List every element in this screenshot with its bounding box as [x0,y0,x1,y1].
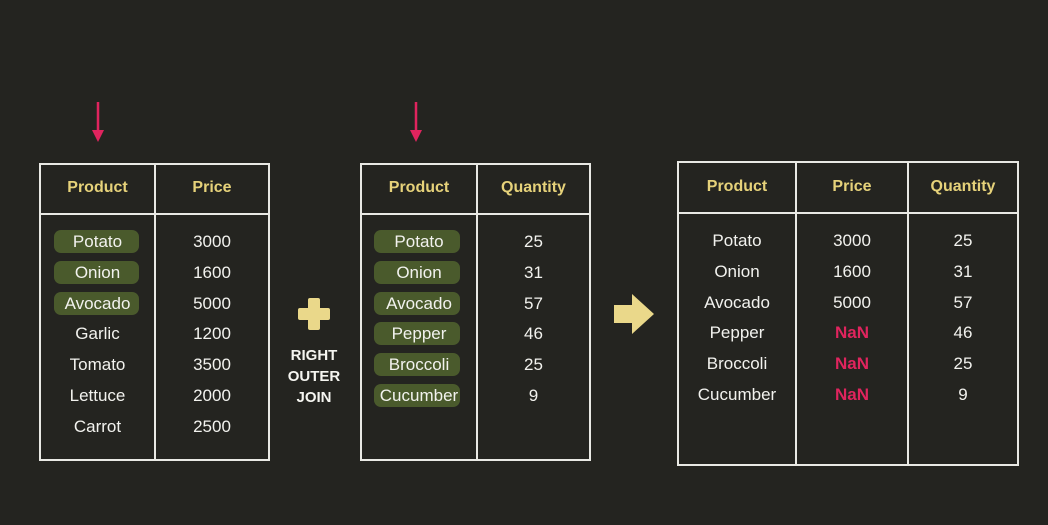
join-label-line-3: JOIN [296,389,332,406]
left-key-arrow-icon [92,102,104,142]
table-cell-product: Broccoli [706,354,768,374]
table-cell-product: Avocado [704,292,770,312]
table-cell-product: Lettuce [69,386,126,405]
left-table: Product Price Potato 3000 Onion 1600 Avocado… [39,163,270,461]
table-cell-price: 5000 [833,292,871,312]
right-table: Product Quantity Potato 25 Onion 31 Avocado 5… [360,163,591,461]
table-cell-quantity: 31 [953,261,973,281]
table-cell-product: Cucumber [697,385,777,404]
arrow-right-icon [614,294,654,334]
table-cell-price: 1600 [833,261,871,281]
table-cell-price: 1200 [193,324,231,344]
left-header-price: Price [192,179,232,196]
table-cell-quantity: 46 [524,324,543,344]
table-cell-price: 3500 [193,355,231,375]
table-cell-product: Onion [714,261,760,281]
table-cell-price: 2500 [193,416,231,436]
table-cell-quantity: 31 [524,262,543,282]
table-cell-product: Pepper [709,323,765,343]
table-cell-quantity: 57 [953,292,973,312]
table-cell-price: 2000 [193,386,231,405]
table-cell-quantity: 25 [524,232,543,251]
table-cell-product: Pepper [391,324,447,344]
table-cell-quantity: 9 [528,386,539,405]
table-cell-product: Potato [394,232,444,251]
result-table: Product Price Quantity Potato 3000 25 Onion… [677,161,1019,466]
join-type-label: RIGHT OUTER JOIN [276,345,352,408]
table-cell-quantity: 57 [524,293,543,313]
result-header-quantity: Quantity [930,178,996,195]
result-header-price: Price [832,178,872,195]
left-header-product: Product [67,179,128,196]
table-cell-price-missing: NaN [834,323,869,343]
table-cell-product: Onion [74,262,121,282]
plus-icon [298,298,330,330]
join-label-line-1: RIGHT [290,347,338,364]
table-cell-product: Garlic [75,324,120,344]
table-cell-product: Potato [72,232,123,251]
table-cell-price-missing: NaN [834,354,869,374]
table-cell-quantity: 25 [953,231,973,250]
join-label-line-2: OUTER [287,368,341,385]
table-cell-product: Avocado [386,293,452,313]
table-cell-product: Cucumber [379,386,459,405]
table-cell-quantity: 25 [524,355,543,375]
table-cell-product: Potato [712,231,762,250]
table-cell-product: Tomato [69,355,126,375]
table-cell-product: Avocado [64,293,131,313]
table-cell-quantity: 9 [958,385,968,404]
table-cell-price: 3000 [833,231,871,250]
table-cell-product: Broccoli [388,355,450,375]
result-header-product: Product [706,178,768,195]
table-cell-price-missing: NaN [834,385,869,404]
right-header-quantity: Quantity [501,179,566,196]
table-cell-price: 1600 [193,262,231,282]
table-cell-price: 3000 [193,232,231,251]
table-cell-price: 5000 [193,293,231,313]
right-header-product: Product [388,179,450,196]
table-cell-quantity: 25 [953,354,973,374]
table-cell-product: Onion [396,262,442,282]
right-key-arrow-icon [410,102,422,142]
table-cell-product: Carrot [73,416,122,436]
table-cell-quantity: 46 [953,323,973,343]
